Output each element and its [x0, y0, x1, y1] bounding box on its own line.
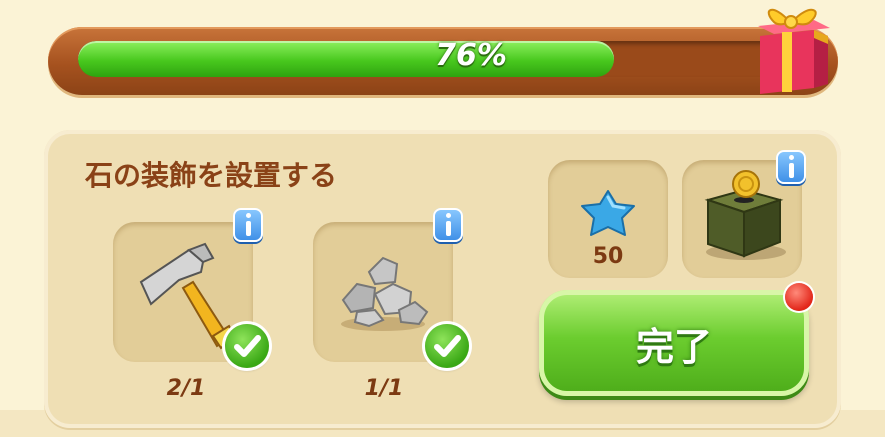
task-title: 石の装飾を設置する: [85, 159, 338, 192]
progress-bar: 76%: [48, 27, 838, 95]
info-button-stones[interactable]: [433, 208, 463, 242]
check-icon: [425, 324, 469, 368]
notification-dot: [785, 283, 813, 311]
reward-value: 50: [592, 244, 624, 269]
progress-label: 76%: [435, 38, 507, 73]
requirement-count-hammer: 2/1: [166, 376, 206, 401]
info-button-hammer[interactable]: [233, 208, 263, 242]
stones-icon: [341, 256, 429, 331]
gift-icon[interactable]: [752, 0, 832, 95]
complete-button-label: 完了: [635, 324, 712, 369]
info-button-coin-box[interactable]: [776, 150, 806, 184]
coin-box-icon: [704, 170, 786, 260]
complete-button[interactable]: 完了: [539, 290, 809, 396]
check-icon: [225, 324, 269, 368]
hammer-icon: [139, 242, 235, 350]
blue-star-icon: [581, 190, 635, 236]
requirement-count-stones: 1/1: [364, 376, 404, 401]
